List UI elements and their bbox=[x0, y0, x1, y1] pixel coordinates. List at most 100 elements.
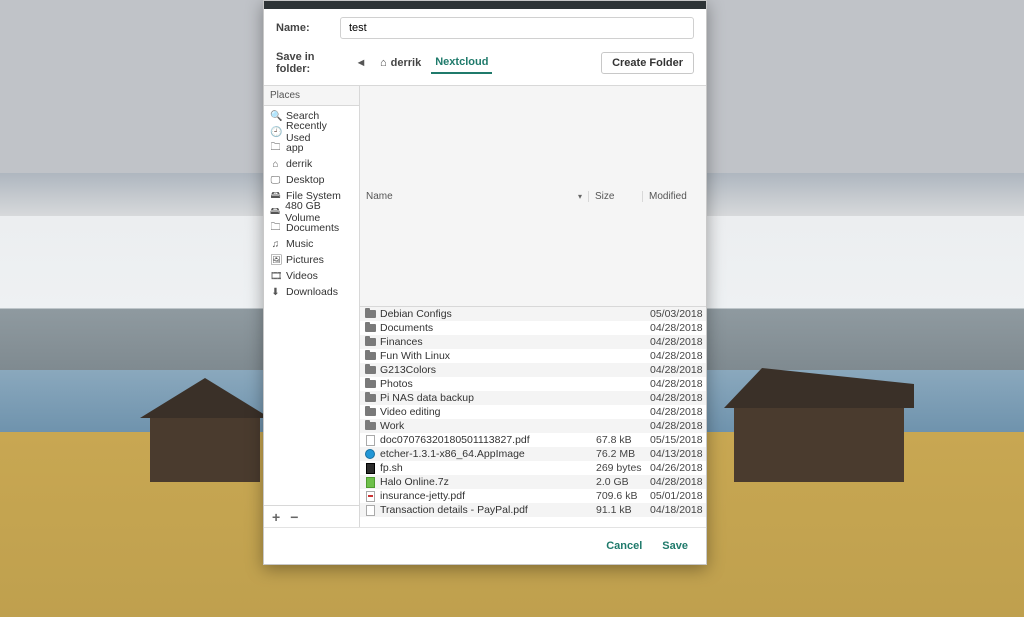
file-row[interactable]: Video editing04/28/2018 bbox=[360, 405, 706, 419]
dialog-titlebar[interactable] bbox=[264, 1, 706, 9]
file-modified: 04/18/2018 bbox=[644, 504, 702, 516]
files-column-header: Name ▾ Size Modified bbox=[360, 86, 706, 307]
place-item[interactable]: 🕘Recently Used bbox=[264, 124, 359, 140]
file-modified: 05/01/2018 bbox=[644, 490, 702, 502]
file-size: 76.2 MB bbox=[590, 448, 644, 460]
place-item[interactable]: 🎞Videos bbox=[264, 268, 359, 284]
breadcrumb-nextcloud[interactable]: Nextcloud bbox=[431, 52, 492, 74]
file-row[interactable]: G213Colors04/28/2018 bbox=[360, 363, 706, 377]
save-in-row: Save in folder: ◄ derrik Nextcloud Creat… bbox=[264, 47, 706, 85]
place-item[interactable]: ♫Music bbox=[264, 236, 359, 252]
column-modified[interactable]: Modified bbox=[642, 191, 700, 202]
places-sidebar: Places 🔍Search🕘Recently Used🗀app⌂derrik🖵… bbox=[264, 86, 360, 527]
place-item[interactable]: 🖴480 GB Volume bbox=[264, 204, 359, 220]
breadcrumb-back-button[interactable]: ◄ bbox=[352, 54, 370, 72]
file-row[interactable]: Fun With Linux04/28/2018 bbox=[360, 349, 706, 363]
file-name: fp.sh bbox=[380, 462, 590, 474]
files-pane: Name ▾ Size Modified Debian Configs05/03… bbox=[360, 86, 706, 527]
breadcrumb: ◄ derrik Nextcloud bbox=[352, 52, 591, 74]
file-row[interactable]: doc07076320180501113827.pdf67.8 kB05/15/… bbox=[360, 433, 706, 447]
place-item[interactable]: 🖼 Pictures bbox=[264, 252, 359, 268]
breadcrumb-derrik[interactable]: derrik bbox=[376, 53, 425, 73]
filename-input[interactable] bbox=[340, 17, 694, 39]
file-modified: 04/28/2018 bbox=[644, 420, 702, 432]
place-label: Documents bbox=[286, 222, 339, 234]
file-modified: 04/26/2018 bbox=[644, 462, 702, 474]
save-button[interactable]: Save bbox=[662, 540, 688, 552]
files-list[interactable]: Debian Configs05/03/2018Documents 04/28/2… bbox=[360, 307, 706, 527]
sort-arrow-icon: ▾ bbox=[578, 192, 582, 201]
file-size: 91.1 kB bbox=[590, 504, 644, 516]
file-modified: 04/28/2018 bbox=[644, 392, 702, 404]
file-modified: 04/28/2018 bbox=[644, 364, 702, 376]
file-size: 2.0 GB bbox=[590, 476, 644, 488]
doc-file-icon bbox=[364, 434, 376, 446]
place-label: derrik bbox=[286, 158, 312, 170]
file-row[interactable]: Work 04/28/2018 bbox=[360, 419, 706, 433]
file-row[interactable]: Debian Configs05/03/2018 bbox=[360, 307, 706, 321]
file-name: insurance-jetty.pdf bbox=[380, 490, 590, 502]
add-place-button[interactable]: + bbox=[272, 510, 280, 524]
search-icon: 🔍 bbox=[270, 111, 281, 122]
folder-icon bbox=[364, 406, 376, 418]
place-item[interactable]: ⬇Downloads bbox=[264, 284, 359, 300]
file-name: Finances bbox=[380, 336, 590, 348]
folder-icon: 🗀 bbox=[270, 140, 281, 157]
place-item[interactable]: 🗀Documents bbox=[264, 220, 359, 236]
folder-icon bbox=[364, 378, 376, 390]
name-label: Name: bbox=[276, 22, 330, 34]
file-row[interactable]: Finances 04/28/2018 bbox=[360, 335, 706, 349]
file-modified: 04/28/2018 bbox=[644, 336, 702, 348]
place-label: app bbox=[286, 142, 304, 154]
places-header[interactable]: Places bbox=[264, 86, 359, 106]
disk-icon: 🖴 bbox=[270, 188, 281, 205]
wallpaper-house-right bbox=[734, 402, 904, 482]
file-size: 269 bytes bbox=[590, 462, 644, 474]
column-name[interactable]: Name ▾ bbox=[366, 191, 588, 202]
file-name: Pi NAS data backup bbox=[380, 392, 590, 404]
file-modified: 04/28/2018 bbox=[644, 406, 702, 418]
folder-icon bbox=[364, 336, 376, 348]
file-name: doc07076320180501113827.pdf bbox=[380, 434, 590, 446]
folder-icon bbox=[364, 364, 376, 376]
recent-icon: 🕘 bbox=[270, 127, 281, 138]
name-row: Name: bbox=[264, 9, 706, 47]
file-row[interactable]: Pi NAS data backup 04/28/2018 bbox=[360, 391, 706, 405]
file-row[interactable]: Photos04/28/2018 bbox=[360, 377, 706, 391]
file-modified: 04/28/2018 bbox=[644, 322, 702, 334]
dialog-footer: Cancel Save bbox=[264, 527, 706, 564]
desktop-icon: 🖵 bbox=[270, 175, 281, 186]
save-in-label: Save in folder: bbox=[276, 51, 342, 75]
file-modified: 04/28/2018 bbox=[644, 476, 702, 488]
place-item[interactable]: ⌂derrik bbox=[264, 156, 359, 172]
file-row[interactable]: insurance-jetty.pdf709.6 kB05/01/2018 bbox=[360, 489, 706, 503]
places-footer: + − bbox=[264, 505, 359, 527]
places-list: 🔍Search🕘Recently Used🗀app⌂derrik🖵Desktop… bbox=[264, 106, 359, 505]
remove-place-button[interactable]: − bbox=[290, 510, 298, 524]
place-label: Pictures bbox=[286, 254, 324, 266]
place-item[interactable]: 🗀 app bbox=[264, 140, 359, 156]
file-name: Documents bbox=[380, 322, 590, 334]
file-name: Work bbox=[380, 420, 590, 432]
file-modified: 04/13/2018 bbox=[644, 448, 702, 460]
file-row[interactable]: etcher-1.3.1-x86_64.AppImage76.2 MB04/13… bbox=[360, 447, 706, 461]
create-folder-button[interactable]: Create Folder bbox=[601, 52, 694, 74]
file-row[interactable]: fp.sh269 bytes04/26/2018 bbox=[360, 461, 706, 475]
file-modified: 05/15/2018 bbox=[644, 434, 702, 446]
cancel-button[interactable]: Cancel bbox=[606, 540, 642, 552]
place-item[interactable]: 🖵 Desktop bbox=[264, 172, 359, 188]
folder-icon bbox=[364, 420, 376, 432]
file-row[interactable]: Documents 04/28/2018 bbox=[360, 321, 706, 335]
folder-icon bbox=[364, 392, 376, 404]
home-icon bbox=[380, 57, 387, 69]
pictures-icon: 🖼 bbox=[270, 255, 281, 266]
file-row[interactable]: Halo Online.7z2.0 GB04/28/2018 bbox=[360, 475, 706, 489]
zip-file-icon bbox=[364, 476, 376, 488]
file-name: Transaction details - PayPal.pdf bbox=[380, 504, 590, 516]
folder-icon bbox=[364, 308, 376, 320]
wallpaper-house-left bbox=[150, 412, 260, 482]
column-size[interactable]: Size bbox=[588, 191, 642, 202]
place-label: Desktop bbox=[286, 174, 325, 186]
file-row[interactable]: Transaction details - PayPal.pdf91.1 kB0… bbox=[360, 503, 706, 517]
folder-icon bbox=[364, 350, 376, 362]
